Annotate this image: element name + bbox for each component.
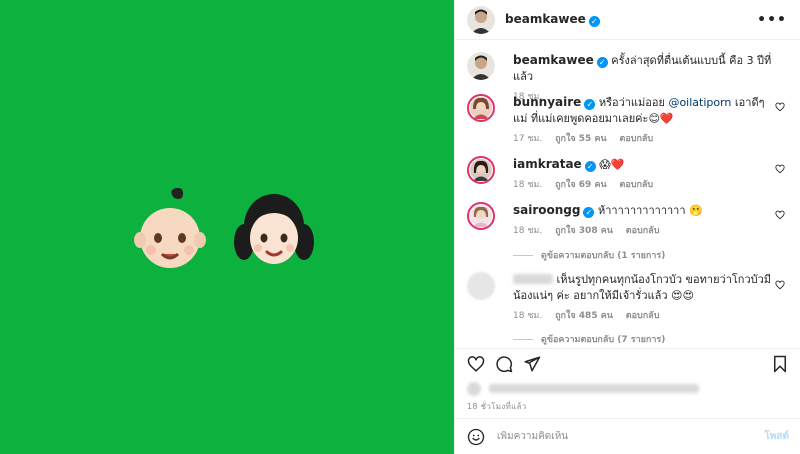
view-replies-button[interactable]: ดูข้อความตอบกลับ (1 รายการ) [513,248,665,262]
liked-by-avatar [467,381,481,396]
verified-badge-icon: ✓ [583,207,595,218]
view-replies-label: ดูข้อความตอบกลับ (1 รายการ) [541,251,666,261]
avatar[interactable] [467,5,495,34]
liked-by-blurred[interactable] [467,381,707,396]
bookmark-icon[interactable] [771,355,789,373]
comment-meta: 17 ชม. ถูกใจ 55 คน ตอบกลับ [513,131,775,147]
replies-divider [513,254,533,256]
comment-time: 18 ชม. [513,226,543,236]
post-timestamp: 18 ชั่วโมงที่แล้ว [467,402,527,411]
post-comment-button[interactable]: โพสต์ [764,429,789,444]
view-replies-button[interactable]: ดูข้อความตอบกลับ (7 รายการ) [513,332,665,346]
post-actions-bar [455,348,800,378]
comment-input[interactable] [497,431,765,442]
like-comment-heart-icon[interactable] [775,210,785,220]
comment-body: sairoongg ✓ ห้าาาาาาาาาาาาา 🫢 18 ชม. ถูกใ… [513,202,775,239]
verified-badge-icon: ✓ [588,16,600,27]
header-username-wrap: beamkawee ✓ [505,12,600,27]
replies-divider [513,338,533,340]
like-comment-heart-icon[interactable] [775,280,785,290]
comment-text: ห้าาาาาาาาาาาาา 🫢 [597,204,703,217]
emoji-icon[interactable] [467,428,485,446]
blurred-username[interactable] [513,274,553,284]
mention-link[interactable]: @oilatiporn [668,96,731,109]
list-item: bunnyaire ✓ หรือว่าแม่ออย @oilatiporn เอา… [467,94,785,146]
comment-time: 17 ชม. [513,134,543,144]
baby-emoji [134,188,206,268]
add-comment-bar: โพสต์ [455,418,800,454]
comment-time: 18 ชม. [513,180,543,190]
comment-meta: 18 ชม. ถูกใจ 69 คน ตอบกลับ [513,177,775,193]
list-item: iamkratae ✓ 😱❤️ 18 ชม. ถูกใจ 69 คน ตอบกลั… [467,156,785,192]
more-options-icon[interactable]: ••• [757,12,787,28]
post-header: beamkawee ✓ ••• [455,0,800,40]
caption-username[interactable]: beamkawee [513,53,594,67]
comments-list[interactable]: beamkawee ✓ ครั้งล่าสุดที่ตื่นเต้นแบบนี้ … [455,40,800,348]
comment-likes[interactable]: ถูกใจ 485 คน [555,311,613,321]
comment-username[interactable]: sairoongg [513,203,580,217]
like-comment-heart-icon[interactable] [775,164,785,174]
post-side-panel: beamkawee ✓ ••• beamkawee ✓ ครั้งล่าสุดที่… [454,0,800,454]
like-comment-heart-icon[interactable] [775,102,785,112]
avatar[interactable] [467,52,495,80]
comment-meta: 18 ชม. ถูกใจ 485 คน ตอบกลับ [513,308,775,324]
girl-emoji [234,194,314,264]
reply-button[interactable]: ตอบกลับ [626,311,660,321]
comment-meta: 18 ชม. ถูกใจ 308 คน ตอบกลับ [513,223,775,239]
list-item: sairoongg ✓ ห้าาาาาาาาาาาาา 🫢 18 ชม. ถูกใ… [467,202,785,238]
avatar[interactable] [467,202,495,230]
comment-username[interactable]: iamkratae [513,157,582,171]
comment-likes[interactable]: ถูกใจ 308 คน [555,226,613,236]
view-replies-label: ดูข้อความตอบกลับ (7 รายการ) [541,335,666,345]
list-item: เห็นรูปทุกคนทุกน้องโกวบัว ขอทายว่าโกวบัว… [467,272,785,324]
avatar[interactable] [467,272,495,300]
liked-by-text [488,384,699,393]
comment-likes[interactable]: ถูกใจ 69 คน [555,180,607,190]
comment-likes[interactable]: ถูกใจ 55 คน [555,134,607,144]
verified-badge-icon: ✓ [596,57,608,68]
reply-button[interactable]: ตอบกลับ [626,226,660,236]
comment-text: 😱❤️ [599,158,625,171]
comment-username[interactable]: bunnyaire [513,95,581,109]
comment-text: หรือว่าแม่ออย [598,96,669,109]
heart-icon[interactable] [467,355,485,373]
instagram-post-view: beamkawee ✓ ••• beamkawee ✓ ครั้งล่าสุดที่… [0,0,800,454]
comment-body: bunnyaire ✓ หรือว่าแม่ออย @oilatiporn เอา… [513,94,775,147]
verified-badge-icon: ✓ [584,161,596,172]
avatar[interactable] [467,94,495,122]
avatar[interactable] [467,156,495,184]
caption: beamkawee ✓ ครั้งล่าสุดที่ตื่นเต้นแบบนี้ … [467,52,785,102]
header-username[interactable]: beamkawee [505,12,586,26]
comment-time: 18 ชม. [513,311,543,321]
comment-icon[interactable] [495,355,513,373]
reply-button[interactable]: ตอบกลับ [620,134,654,144]
share-icon[interactable] [523,355,541,373]
comment-body: เห็นรูปทุกคนทุกน้องโกวบัว ขอทายว่าโกวบัว… [513,272,775,324]
reply-button[interactable]: ตอบกลับ [620,180,654,190]
verified-badge-icon: ✓ [584,99,596,110]
comment-body: iamkratae ✓ 😱❤️ 18 ชม. ถูกใจ 69 คน ตอบกลั… [513,156,775,193]
post-image[interactable] [0,0,454,454]
